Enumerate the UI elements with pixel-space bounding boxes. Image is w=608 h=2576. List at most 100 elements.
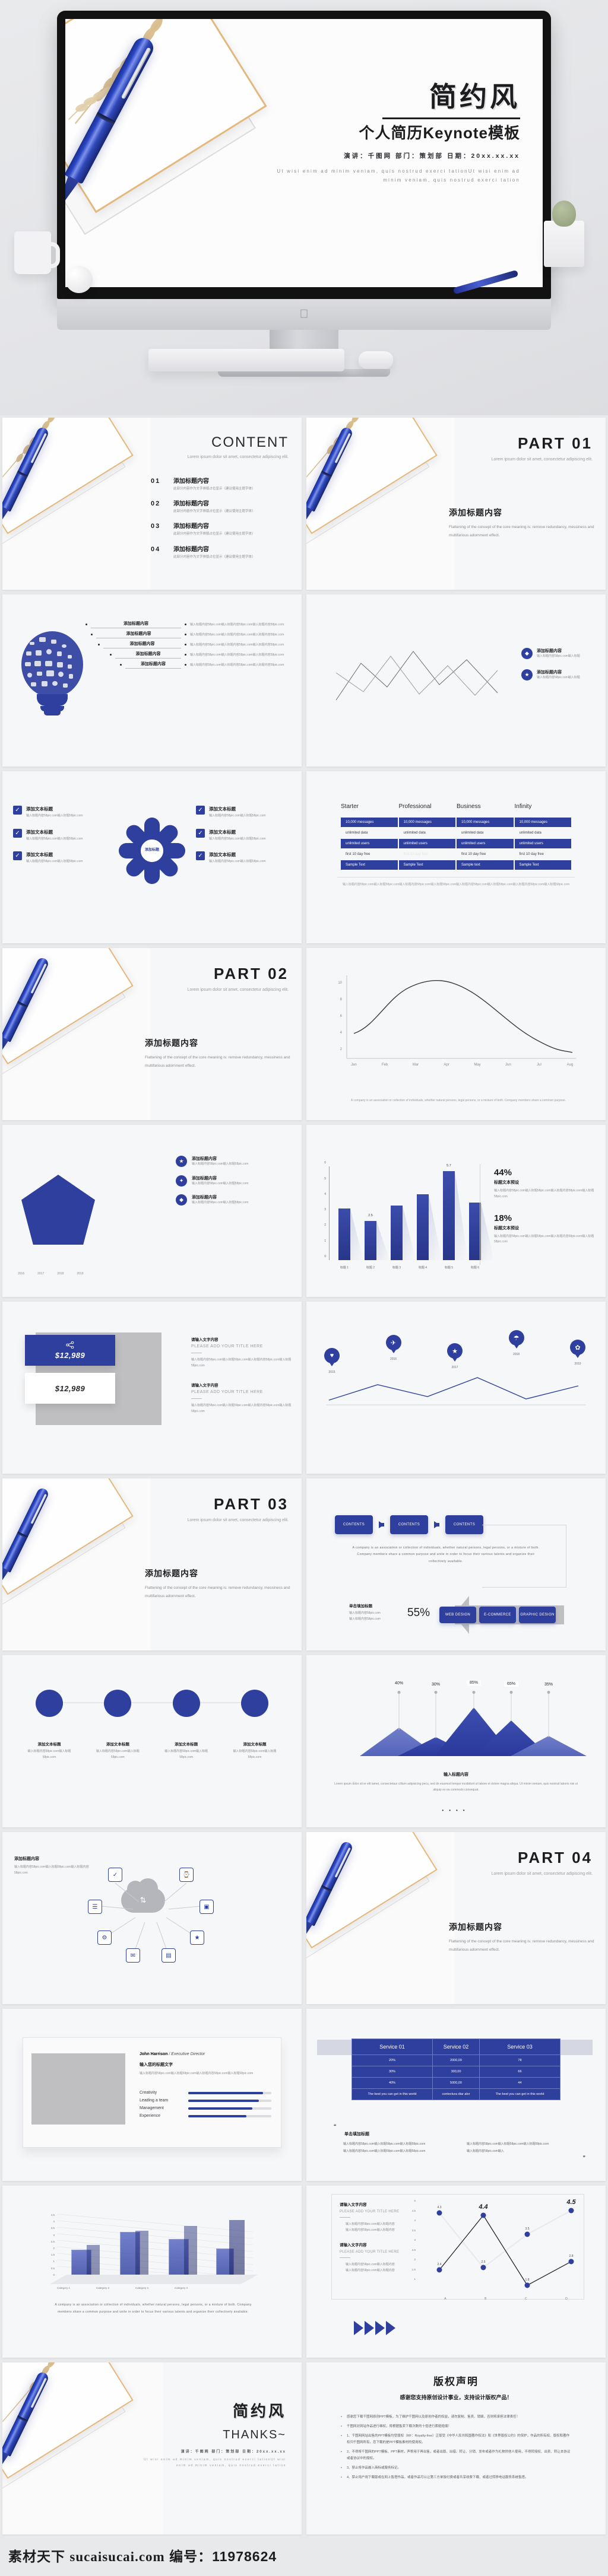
point-label: 3.5: [525, 2227, 530, 2231]
circle-item[interactable]: 添加文本标题 输入标题内容58pic.com输入标题58pic.com: [91, 1690, 144, 1761]
process-box[interactable]: CONTENTS: [390, 1515, 428, 1534]
slide-content[interactable]: CONTENT Lorem ipsum dolor sit amet, cons…: [2, 418, 302, 590]
slide-curve-chart[interactable]: 10 8 6 4 2 Jan Feb Mar Apr May Jun Jul Aug A …: [306, 948, 606, 1120]
price-card-secondary[interactable]: $12,989: [25, 1373, 115, 1404]
network-node-icon[interactable]: ▤: [162, 1948, 176, 1963]
network-node-icon[interactable]: ▣: [200, 1900, 214, 1914]
bulb-list-item[interactable]: 添加标题内容 输入标题内容58pic.com输入标题内容58pic.com输入标…: [120, 661, 293, 669]
bulb-item-desc: 输入标题内容58pic.com输入标题内容58pic.com输入标题内容58pi…: [190, 643, 284, 647]
slide-checklist[interactable]: ✓ 添加文本标题 输入标题内容58pic.com输入标题58pic.com ✓ …: [2, 771, 302, 943]
timeline-item[interactable]: ♥ 2015: [324, 1348, 340, 1374]
check-item[interactable]: ✓ 添加文本标题 输入标题内容58pic.com输入标题58pic.com: [13, 806, 108, 819]
checkbox-icon[interactable]: ✓: [13, 851, 22, 860]
table-cell: 5000,00: [432, 2077, 480, 2089]
timeline-item[interactable]: ☂ 2018: [508, 1330, 524, 1374]
bulb-list-item[interactable]: 添加标题内容 输入标题内容58pic.com输入标题内容58pic.com输入标…: [98, 641, 293, 648]
table-cell: 10,000 messages: [457, 818, 514, 827]
circle-title: 添加文本标题: [243, 1742, 267, 1747]
bullet-dot-icon: [185, 654, 186, 656]
slide-part-04[interactable]: PART 04 Lorem ipsum dolor sit amet, cons…: [306, 1832, 606, 2004]
price-card-primary[interactable]: $12,989: [25, 1335, 115, 1366]
check-item[interactable]: ✓ 添加文本标题 输入标题内容58pic.com输入标题58pic.com: [196, 851, 291, 865]
timeline-item[interactable]: ✿ 2019: [570, 1340, 585, 1374]
checkbox-icon[interactable]: ✓: [13, 806, 22, 815]
copyright-item: • 千图网对网站作品进行维权，将根据售卖下载次数的十倍进行索赔赔偿！: [341, 2424, 571, 2430]
slide-polygon-stats[interactable]: 2016 2017 2018 2019 ★ 添加标题内容 输入标题内容58pic…: [2, 1125, 302, 1297]
checkbox-icon[interactable]: ✓: [196, 828, 205, 838]
table-cell: Sample text: [457, 860, 514, 870]
block-title: 请输入文字内容: [340, 2203, 367, 2207]
network-node-icon[interactable]: ★: [190, 1931, 204, 1945]
table-footnote: 输入标题内容58pic.com输入标题58pic.com输入标题内容58pic.…: [337, 877, 575, 888]
curve-badge[interactable]: ★ 添加标题内容 输入标题内容58pic.com输入标题: [521, 669, 595, 681]
slide-copyright[interactable]: 版权声明 感谢您支持原创设计事业，支持设计版权产品！ • 感谢您下载千图网原创P…: [306, 2362, 606, 2534]
toc-item[interactable]: 03 添加标题内容 此部分内容作为文字排版占位显示（建议使用主题字体）: [151, 521, 291, 537]
slide-3d-bars[interactable]: 4.5 4 3.5 3 2.5 2 1.5 1 0.5 0 Category 1…: [2, 2186, 302, 2358]
slide-curve-mini[interactable]: ◆ 添加标题内容 输入标题内容58pic.com输入标题 ★ 添加标题内容 输入…: [306, 594, 606, 767]
presentation-preview-page: 简约风 个人简历Keynote模板 演讲：千图网 部门：策划部 日期：20xx.…: [0, 0, 608, 2576]
process-bottom-box[interactable]: E-COMMERCE: [479, 1607, 516, 1623]
slide-mountain-chart[interactable]: 40% 30% 85% 65% 35% 输入标题内容 Lorem ipsum d…: [306, 1655, 606, 1827]
timeline-item[interactable]: ★ 2017: [447, 1343, 463, 1374]
block-line: 输入标题内容58pic.com输入标题内容: [346, 2222, 395, 2226]
process-bottom-box[interactable]: WEB DESIGN: [439, 1607, 476, 1623]
check-item[interactable]: ✓ 添加文本标题 输入标题内容58pic.com输入标题58pic.com: [13, 851, 108, 865]
checkbox-icon[interactable]: ✓: [13, 828, 22, 838]
network-node-icon[interactable]: ☰: [88, 1900, 102, 1914]
stat-item[interactable]: ✦ 添加标题内容 输入标题内容58pic.com输入标题58pic.com: [176, 1175, 289, 1187]
slide-bulb-list[interactable]: 添加标题内容 输入标题内容58pic.com输入标题内容58pic.com输入标…: [2, 594, 302, 767]
circle-item[interactable]: 添加文本标题 输入标题内容58pic.com输入标题58pic.com: [23, 1690, 76, 1761]
checkbox-icon[interactable]: ✓: [196, 806, 205, 815]
hero-cover: 简约风 个人简历Keynote模板 演讲：千图网 部门：策划部 日期：20xx.…: [0, 0, 608, 415]
toc-item[interactable]: 02 添加标题内容 此部分内容作为文字排版占位显示（建议使用主题字体）: [151, 498, 291, 514]
slide-process[interactable]: CONTENTS CONTENTS CONTENTS A company is …: [306, 1478, 606, 1650]
slide-service-table[interactable]: Service 01 Service 02 Service 03 20% 200…: [306, 2009, 606, 2181]
slide-part-01[interactable]: PART 01 Lorem ipsum dolor sit amet, cons…: [306, 418, 606, 590]
slide-thanks[interactable]: 简约风 THANKS~ 演讲：千图网 部门：策划部 日期：20xx.xx.xx …: [2, 2362, 302, 2534]
circle-title: 添加文本标题: [37, 1742, 61, 1747]
check-item[interactable]: ✓ 添加文本标题 输入标题内容58pic.com输入标题58pic.com: [196, 828, 291, 842]
timeline-item[interactable]: ✈ 2016: [385, 1335, 401, 1374]
toc-item[interactable]: 04 添加标题内容 此部分内容作为文字排版占位显示（建议使用主题字体）: [151, 544, 291, 560]
process-box[interactable]: CONTENTS: [335, 1515, 373, 1534]
network-node-icon[interactable]: ⚙: [97, 1931, 112, 1945]
toc-item[interactable]: 01 添加标题内容 此部分内容作为文字排版占位显示（建议使用主题字体）: [151, 476, 291, 492]
stat-item[interactable]: ★ 添加标题内容 输入标题内容58pic.com输入标题58pic.com: [176, 1156, 289, 1168]
network-node-icon[interactable]: ⌚: [179, 1868, 194, 1882]
bulb-list-item[interactable]: 添加标题内容 输入标题内容58pic.com输入标题内容58pic.com输入标…: [110, 651, 293, 659]
slide-bar-stats[interactable]: 65 43 21 0 标题 1 2.5 标题 2 标题 3 标题 4 5.7 标题 …: [306, 1125, 606, 1297]
table-cell: first 10 day free: [346, 853, 370, 856]
svg-text:Jan: Jan: [351, 1063, 357, 1067]
process-box[interactable]: CONTENTS: [445, 1515, 483, 1534]
process-bottom-box[interactable]: GRAPHIC DESIGN: [519, 1607, 556, 1623]
bulb-list-item[interactable]: 添加标题内容 输入标题内容58pic.com输入标题内容58pic.com输入标…: [86, 621, 293, 628]
slide-part-02[interactable]: PART 02 Lorem ipsum dolor sit amet, cons…: [2, 948, 302, 1120]
checkbox-icon[interactable]: ✓: [196, 851, 205, 860]
timeline-label: 2019: [574, 1362, 581, 1366]
block-line: 输入标题内容58pic.com输入标题内容: [346, 2269, 395, 2272]
table-col-header: Business: [457, 803, 481, 810]
pagination-dots-icon[interactable]: ••••: [306, 1808, 606, 1813]
slide-timeline[interactable]: ♥ 2015 ✈ 2016 ★ 2017 ☂ 2018 ✿ 2019: [306, 1302, 606, 1474]
bulb-item-desc: 输入标题内容58pic.com输入标题内容58pic.com输入标题内容58pi…: [190, 623, 284, 626]
slide-profile[interactable]: John Harrison / Executive Director 输入您的标…: [2, 2009, 302, 2181]
network-node-icon[interactable]: ✓: [108, 1868, 122, 1882]
slide-network[interactable]: 添加标题内容 输入标题内容58pic.com输入标题58pic.com输入标题内…: [2, 1832, 302, 2004]
circle-item[interactable]: 添加文本标题 输入标题内容58pic.com输入标题58pic.com: [228, 1690, 281, 1761]
curve-badge[interactable]: ◆ 添加标题内容 输入标题内容58pic.com输入标题: [521, 648, 595, 660]
slide-price-cards[interactable]: $12,989 $12,989 请输入文字内容 PLEASE ADD YOUR …: [2, 1302, 302, 1474]
bullet-dot-icon: [185, 644, 186, 645]
bar-column: 标题 1: [338, 1209, 350, 1270]
network-node-icon[interactable]: ✉: [126, 1948, 140, 1963]
check-item[interactable]: ✓ 添加文本标题 输入标题内容58pic.com输入标题58pic.com: [13, 828, 108, 842]
check-item[interactable]: ✓ 添加文本标题 输入标题内容58pic.com输入标题58pic.com: [196, 806, 291, 819]
slide-part-03[interactable]: PART 03 Lorem ipsum dolor sit amet, cons…: [2, 1478, 302, 1650]
stat-item[interactable]: ◆ 添加标题内容 输入标题内容58pic.com输入标题58pic.com: [176, 1194, 289, 1206]
footer-domain[interactable]: sucaisucai.com: [69, 2549, 164, 2564]
circle-item[interactable]: 添加文本标题 输入标题内容58pic.com输入标题58pic.com: [160, 1690, 213, 1761]
bulb-list-item[interactable]: 添加标题内容 输入标题内容58pic.com输入标题内容58pic.com输入标…: [91, 631, 293, 638]
imac-chin: : [57, 299, 551, 330]
slide-circles[interactable]: 添加文本标题 输入标题内容58pic.com输入标题58pic.com 添加文本…: [2, 1655, 302, 1827]
slide-pricing-table[interactable]: Starter Professional Business Infinity 1…: [306, 771, 606, 943]
slide-line-chart-2[interactable]: 请输入文字内容 PLEASE ADD YOUR TITLE HERE 输入标题内…: [306, 2186, 606, 2358]
